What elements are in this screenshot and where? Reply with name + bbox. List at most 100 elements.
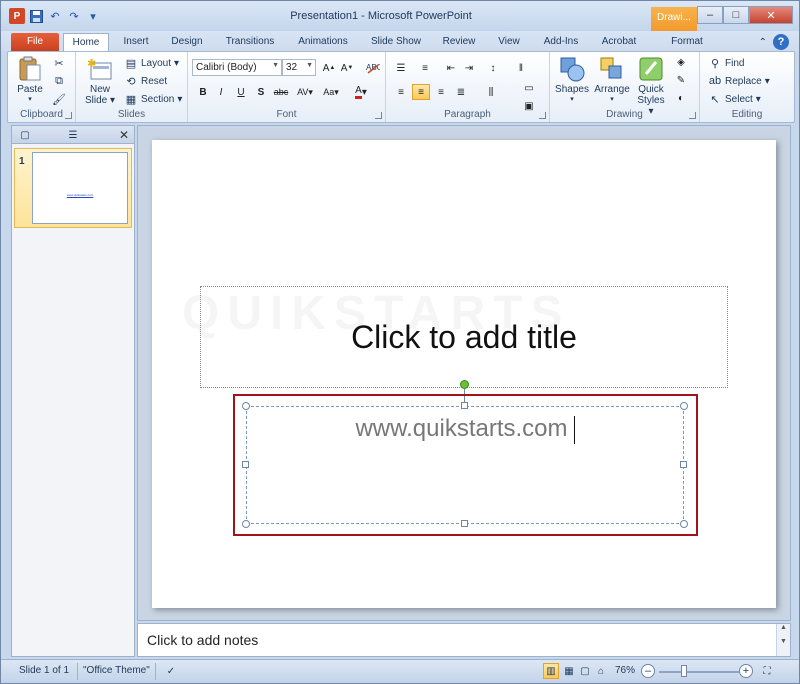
notes-pane[interactable]: Click to add notes ▲ ▼: [137, 623, 791, 657]
new-slide-button[interactable]: ✱ New Slide ▾: [80, 56, 120, 106]
tab-design[interactable]: Design: [165, 33, 209, 51]
columns-icon[interactable]: ⫼: [482, 84, 500, 100]
clipboard-icon: [17, 56, 43, 82]
font-color-button[interactable]: A ▾: [352, 84, 370, 100]
new-slide-label-2: Slide ▾: [84, 95, 116, 106]
shape-effects-icon[interactable]: ◐: [672, 90, 690, 106]
slide-sorter-icon[interactable]: ▦: [561, 663, 577, 679]
bullets-icon[interactable]: ☰: [392, 60, 410, 76]
binoculars-icon: ⚲: [710, 57, 720, 70]
rotation-handle[interactable]: [460, 380, 469, 389]
numbering-icon[interactable]: ≡: [416, 60, 434, 76]
pane-close-icon[interactable]: ✕: [119, 128, 129, 142]
help-icon[interactable]: ?: [773, 34, 789, 50]
text-direction-icon[interactable]: ‖: [512, 60, 530, 76]
increase-indent-icon[interactable]: ⇥: [460, 60, 478, 76]
reset-button[interactable]: ⟲ Reset: [124, 74, 167, 88]
tab-insert[interactable]: Insert: [115, 33, 157, 51]
font-name-combo[interactable]: Calibri (Body) ▼: [192, 59, 282, 76]
replace-button[interactable]: ab Replace ▾: [708, 74, 770, 88]
shape-fill-icon[interactable]: ◈: [672, 54, 690, 70]
slide-canvas[interactable]: QUIKSTARTS Click to add title www.quikst…: [152, 140, 776, 608]
decrease-indent-icon[interactable]: ⇤: [442, 60, 460, 76]
align-left-icon[interactable]: ≡: [392, 84, 410, 100]
new-slide-label-1: New: [89, 84, 110, 95]
cut-button[interactable]: ✂: [52, 56, 66, 70]
title-placeholder[interactable]: Click to add title: [200, 286, 728, 388]
fit-slide-icon[interactable]: ⛶: [759, 663, 775, 679]
paste-dropdown-icon[interactable]: ▾: [12, 95, 48, 103]
group-editing: ⚲ Find ab Replace ▾ ↖ Select ▾ Editing: [700, 52, 794, 122]
clipboard-launcher-icon[interactable]: [65, 112, 72, 119]
paste-button[interactable]: Paste ▾: [12, 56, 48, 103]
tab-view[interactable]: View: [491, 33, 527, 51]
group-paragraph: ☰ ≡ ⇤ ⇥ ↕ ‖ ≡ ≡ ≡ ≣ ⫼ ▭ ▣ Paragraph: [386, 52, 550, 122]
tab-add-ins[interactable]: Add-Ins: [537, 33, 585, 51]
format-painter-button[interactable]: 🖌: [52, 92, 66, 106]
align-center-icon[interactable]: ≡: [412, 84, 430, 100]
slides-tab-icon[interactable]: ▢: [14, 127, 36, 143]
zoom-in-icon[interactable]: +: [739, 664, 753, 678]
notes-scrollbar[interactable]: ▲ ▼: [776, 624, 790, 656]
arrange-button[interactable]: Arrange ▾: [592, 56, 632, 103]
ribbon-home: Paste ▾ ✂ ⧉ 🖌 Clipboard ✱ New Slide ▾ ▤ L…: [7, 51, 795, 123]
tab-review[interactable]: Review: [437, 33, 481, 51]
spell-check-icon[interactable]: ✓: [163, 663, 179, 679]
reading-view-icon[interactable]: ▢: [577, 663, 593, 679]
zoom-out-icon[interactable]: –: [641, 664, 655, 678]
bold-button[interactable]: B: [194, 84, 212, 100]
styles-label-text: Styles: [637, 95, 665, 106]
align-text-icon[interactable]: ▭: [520, 80, 538, 96]
tab-animations[interactable]: Animations: [291, 33, 355, 51]
tab-transitions[interactable]: Transitions: [219, 33, 281, 51]
slide-thumbnail[interactable]: www.quikstarts.com: [32, 152, 128, 224]
paragraph-launcher-icon[interactable]: [539, 112, 546, 119]
slide-thumbnail-text: www.quikstarts.com: [66, 193, 94, 197]
change-case-button[interactable]: Aa▾: [322, 84, 340, 100]
font-size-combo[interactable]: 32 ▼: [282, 59, 316, 76]
notes-placeholder[interactable]: Click to add notes: [147, 632, 258, 648]
quick-styles-button[interactable]: Quick Styles ▾: [634, 56, 668, 117]
layout-button[interactable]: ▤ Layout ▾: [124, 56, 179, 70]
tab-format[interactable]: Format: [659, 33, 715, 51]
copy-button[interactable]: ⧉: [52, 74, 66, 88]
align-right-icon[interactable]: ≡: [432, 84, 450, 100]
tab-home[interactable]: Home: [63, 33, 109, 51]
tab-slide-show[interactable]: Slide Show: [365, 33, 427, 51]
tab-file[interactable]: File: [11, 33, 59, 51]
zoom-level[interactable]: 76%: [615, 665, 635, 676]
scissors-icon: ✂: [54, 57, 64, 70]
normal-view-icon[interactable]: ▥: [543, 663, 559, 679]
shapes-icon: [559, 56, 585, 82]
shadow-button[interactable]: S: [252, 84, 270, 100]
character-spacing-button[interactable]: AV▾: [296, 84, 314, 100]
slide-show-icon[interactable]: ⌂: [593, 663, 609, 679]
strikethrough-button[interactable]: abc: [272, 84, 290, 100]
minimize-ribbon-icon[interactable]: ⌃: [759, 37, 767, 48]
shapes-button[interactable]: Shapes ▾: [554, 56, 590, 103]
section-button[interactable]: ▦ Section ▾: [124, 92, 183, 106]
svg-text:ABC: ABC: [366, 63, 380, 72]
close-button[interactable]: ✕: [749, 6, 793, 24]
theme-status[interactable]: "Office Theme": [83, 665, 150, 676]
maximize-button[interactable]: □: [723, 6, 749, 24]
line-spacing-icon[interactable]: ↕: [484, 60, 502, 76]
shrink-font-button[interactable]: A ▼: [338, 60, 356, 76]
shape-outline-icon[interactable]: ✎: [672, 72, 690, 88]
select-button[interactable]: ↖ Select ▾: [708, 92, 760, 106]
underline-button[interactable]: U: [232, 84, 250, 100]
italic-button[interactable]: I: [212, 84, 230, 100]
drawing-launcher-icon[interactable]: [689, 112, 696, 119]
zoom-slider-track[interactable]: [659, 671, 739, 673]
justify-icon[interactable]: ≣: [452, 84, 470, 100]
minimize-button[interactable]: –: [697, 6, 723, 24]
font-launcher-icon[interactable]: [375, 112, 382, 119]
clear-formatting-icon[interactable]: ABC: [364, 60, 382, 76]
zoom-slider-thumb[interactable]: [681, 665, 687, 677]
help-area: ⌃ ?: [759, 34, 789, 50]
outline-tab-icon[interactable]: ☰: [62, 127, 84, 143]
grow-font-button[interactable]: A ▲: [320, 60, 338, 76]
tab-acrobat[interactable]: Acrobat: [595, 33, 643, 51]
find-button[interactable]: ⚲ Find: [708, 56, 744, 70]
slide-count-status: Slide 1 of 1: [19, 665, 70, 676]
